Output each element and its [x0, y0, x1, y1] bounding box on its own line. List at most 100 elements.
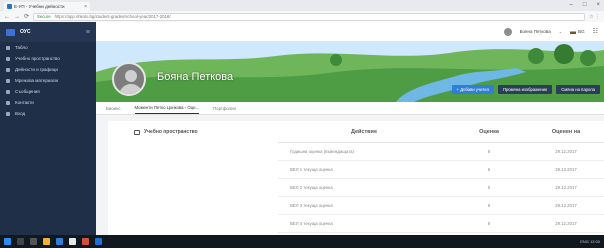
row-grade: 6: [487, 203, 491, 208]
column-header-grade[interactable]: Оценка: [450, 129, 528, 135]
profile-hero: Бояна Петкова + Добави учител Промяна из…: [96, 42, 604, 102]
back-icon[interactable]: ←: [4, 14, 10, 20]
table-header: Действие Оценка Оценен на: [278, 121, 604, 143]
task-view-icon[interactable]: [30, 238, 37, 245]
apps-grid-icon[interactable]: ☷: [593, 28, 598, 35]
url-input[interactable]: Secure https://app.shkolo.bg/student-gra…: [33, 12, 586, 21]
forward-icon[interactable]: →: [14, 14, 20, 20]
brand-bar: ОУС ≡: [0, 22, 96, 42]
app-icon[interactable]: [69, 238, 76, 245]
workspace-header: Учебно пространство: [134, 129, 198, 135]
workspace-icon: [134, 129, 140, 135]
file-explorer-icon[interactable]: [43, 238, 50, 245]
row-grade: 6: [487, 185, 491, 190]
sidebar-item-login[interactable]: Вход: [0, 108, 96, 119]
sidebar-item-workspace[interactable]: Учебно пространство: [0, 53, 96, 64]
sidebar-item-contacts[interactable]: Контакти: [0, 97, 96, 108]
row-grade: 6: [487, 221, 491, 226]
flag-icon: [570, 29, 577, 34]
profile-actions: + Добави учител Промяна изображение Смян…: [451, 85, 600, 94]
change-password-button[interactable]: Смяна на парола: [556, 85, 600, 94]
address-bar-row: ← → ⟳ Secure https://app.shkolo.bg/stude…: [0, 11, 604, 22]
grades-table: Учебно пространство Действие Оценка Оцен…: [108, 121, 604, 235]
profile-tabs: Биоинс Моменти Петко Цонкова - Оце... По…: [96, 102, 604, 115]
browser-chrome: Е-УП - Учебни дейности × – □ × ← → ⟳ Sec…: [0, 0, 604, 22]
browser-icon[interactable]: [95, 238, 102, 245]
tab-portfolio[interactable]: Портфолио: [213, 106, 236, 114]
secure-label: Secure: [37, 14, 51, 19]
language-switcher[interactable]: BG: [570, 29, 585, 34]
table-row: Годишна оценка (въвеждащата) 6 29.12.201…: [278, 143, 604, 161]
os-taskbar: ENG 12:00: [0, 235, 604, 248]
avatar-head-shape: [125, 70, 137, 82]
row-action[interactable]: ВЕЛ 2 текуща оценка: [278, 185, 450, 190]
dashboard-icon: [6, 45, 10, 50]
maximize-icon[interactable]: □: [583, 2, 587, 8]
search-icon[interactable]: [17, 238, 24, 245]
row-action[interactable]: Годишна оценка (въвеждащата): [278, 149, 450, 154]
row-date: 29.12.2017: [555, 221, 577, 226]
contacts-icon: [6, 100, 10, 105]
profile-avatar[interactable]: [112, 62, 146, 96]
language-label: BG: [578, 29, 585, 34]
close-window-icon[interactable]: ×: [596, 2, 600, 8]
sidebar-item-label: Мрежова материали: [15, 78, 58, 83]
browser-tab-title: Е-УП - Учебни дейности: [14, 4, 65, 9]
workspace-column: Учебно пространство: [108, 121, 278, 235]
row-action[interactable]: ВЕЛ 3 текуща оценка: [278, 203, 450, 208]
row-date: 29.12.2017: [555, 167, 577, 172]
sidebar-item-label: Дейности и графици: [15, 67, 58, 72]
hamburger-icon[interactable]: ≡: [86, 29, 90, 36]
tab-bio[interactable]: Биоинс: [106, 106, 121, 114]
row-date: 29.12.2017: [555, 149, 577, 154]
browser-tab[interactable]: Е-УП - Учебни дейности ×: [4, 2, 90, 11]
favicon-icon: [7, 4, 12, 9]
folder-icon: [6, 78, 10, 83]
row-action[interactable]: ВЕЛ 1 текуща оценка: [278, 167, 450, 172]
table-row: ВЕЛ 2 текуща оценка 6 29.12.2017: [278, 179, 604, 197]
workspace-icon: [6, 56, 10, 61]
url-text: https://app.shkolo.bg/student-grades/sch…: [54, 14, 171, 19]
window-controls: – □ ×: [570, 2, 600, 8]
table-row: ВЕЛ 4 текуща оценка 6 29.12.2017: [278, 215, 604, 233]
login-icon: [6, 111, 10, 116]
sidebar-item-label: Съобщения: [15, 89, 40, 94]
tray-text: ENG 12:00: [580, 239, 600, 244]
sidebar-item-messages[interactable]: Съобщения: [0, 86, 96, 97]
minimize-icon[interactable]: –: [570, 2, 573, 8]
row-date: 29.12.2017: [555, 185, 577, 190]
app-icon[interactable]: [82, 238, 89, 245]
browser-menu-icon[interactable]: ☆ ⋮: [589, 14, 600, 20]
calendar-icon: [6, 67, 10, 72]
row-grade: 6: [487, 167, 491, 172]
system-tray[interactable]: ENG 12:00: [580, 239, 600, 244]
change-image-button[interactable]: Промяна изображение: [497, 85, 553, 94]
top-bar: Бояна Петкова ⌄ BG ☷: [96, 22, 604, 42]
column-header-date[interactable]: Оценен на: [528, 129, 604, 135]
tab-close-icon[interactable]: ×: [84, 4, 87, 10]
row-grade: 6: [487, 149, 491, 154]
sidebar-item-dashboard[interactable]: Табло: [0, 42, 96, 53]
sidebar-item-label: Вход: [15, 111, 26, 116]
row-action[interactable]: ВЕЛ 4 текуща оценка: [278, 221, 450, 226]
envelope-icon: [6, 89, 10, 94]
user-name[interactable]: Бояна Петкова: [520, 29, 551, 34]
chevron-down-icon[interactable]: ⌄: [559, 29, 562, 34]
sidebar-item-label: Табло: [15, 45, 28, 50]
sidebar-item-activities[interactable]: Дейности и графици: [0, 64, 96, 75]
sidebar-item-label: Контакти: [15, 100, 34, 105]
store-icon[interactable]: [56, 238, 63, 245]
reload-icon[interactable]: ⟳: [24, 13, 29, 20]
start-icon[interactable]: [4, 238, 11, 245]
user-avatar[interactable]: [503, 27, 512, 36]
profile-name: Бояна Петкова: [157, 71, 234, 83]
sidebar: ОУС ≡ Табло Учебно пространство Дейности…: [0, 22, 96, 235]
tab-grades[interactable]: Моменти Петко Цонкова - Оце...: [134, 105, 200, 114]
sidebar-item-label: Учебно пространство: [15, 56, 60, 61]
sidebar-item-materials[interactable]: Мрежова материали: [0, 75, 96, 86]
row-date: 29.12.2017: [555, 203, 577, 208]
workspace-header-label: Учебно пространство: [144, 129, 198, 135]
add-teacher-button[interactable]: + Добави учител: [451, 85, 494, 94]
table-row: ВЕЛ 3 текуща оценка 6 29.12.2017: [278, 197, 604, 215]
column-header-action[interactable]: Действие: [278, 129, 450, 135]
